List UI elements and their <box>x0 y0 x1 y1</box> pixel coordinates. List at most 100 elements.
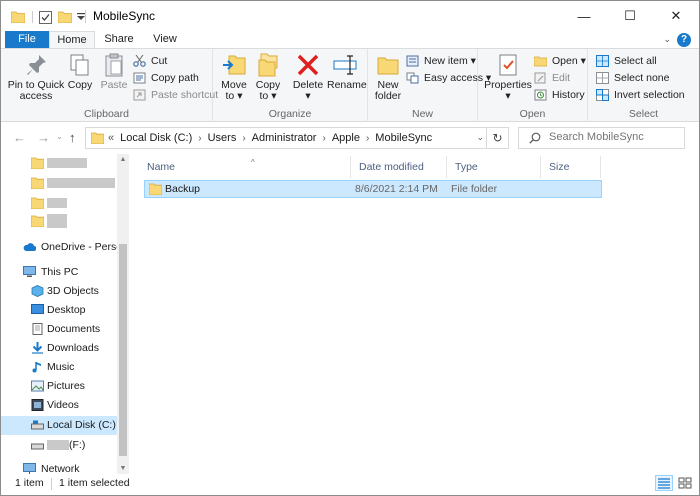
picture-icon <box>31 380 44 392</box>
navigation-bar: ← → ⌄ ↑ « Local Disk (C:) › Users › Admi… <box>1 122 699 154</box>
move-to-button[interactable]: Move to ▾ <box>219 52 249 102</box>
nav-desktop[interactable]: Desktop <box>1 301 117 320</box>
nav-drive-f[interactable]: (F:) <box>1 436 117 455</box>
quick-access-item[interactable] <box>1 154 117 173</box>
address-bar[interactable]: « Local Disk (C:) › Users › Administrato… <box>85 127 509 149</box>
nav-this-pc[interactable]: This PC <box>1 263 117 282</box>
quick-access-item[interactable] <box>1 174 117 193</box>
copy-path-label: Copy path <box>151 72 199 84</box>
breadcrumb-overflow[interactable]: « <box>108 132 114 144</box>
breadcrumb-apple[interactable]: Apple <box>332 132 360 144</box>
new-folder-icon[interactable] <box>58 11 72 23</box>
select-none-button[interactable]: Select none <box>596 70 669 86</box>
invert-selection-button[interactable]: Invert selection <box>596 87 685 103</box>
breadcrumb-separator[interactable]: › <box>242 133 245 144</box>
new-folder-label-2: folder <box>374 90 402 102</box>
select-all-button[interactable]: Select all <box>596 53 657 69</box>
column-size[interactable]: Size <box>541 156 601 178</box>
folder-icon <box>31 157 44 169</box>
help-icon[interactable]: ? <box>677 33 691 47</box>
copy-to-button[interactable]: Copy to ▾ <box>253 52 283 102</box>
nav-onedrive[interactable]: OneDrive - Persor <box>1 238 117 257</box>
tab-file[interactable]: File <box>5 31 49 49</box>
tab-share[interactable]: Share <box>99 31 139 49</box>
nav-desktop-label: Desktop <box>47 304 86 316</box>
recent-locations-chevron-icon[interactable]: ⌄ <box>56 132 63 141</box>
column-type[interactable]: Type <box>447 156 541 178</box>
folder-icon[interactable] <box>11 11 25 23</box>
nav-pictures[interactable]: Pictures <box>1 377 117 396</box>
pin-to-quick-access-button[interactable]: Pin to Quick access <box>7 52 65 102</box>
breadcrumb-administrator[interactable]: Administrator <box>252 132 317 144</box>
up-arrow-icon[interactable]: ↑ <box>69 130 76 145</box>
maximize-button[interactable]: ☐ <box>607 1 653 31</box>
chevron-down-icon[interactable]: ⌄ <box>663 34 671 45</box>
chevron-down-icon[interactable]: ⌄ <box>476 132 484 143</box>
copy-icon <box>67 52 93 78</box>
properties-button[interactable]: Properties ▾ <box>484 52 532 102</box>
status-divider <box>51 478 52 490</box>
breadcrumb-separator[interactable]: › <box>366 133 369 144</box>
nav-documents-label: Documents <box>47 323 101 335</box>
paste-button[interactable]: Paste <box>97 52 131 91</box>
new-item-label: New item ▾ <box>424 55 476 67</box>
tab-home[interactable]: Home <box>49 31 95 49</box>
minimize-button[interactable]: — <box>561 1 607 31</box>
paste-shortcut-button[interactable]: Paste shortcut <box>133 87 218 103</box>
edit-button[interactable]: Edit <box>534 70 570 86</box>
large-icons-view-icon <box>678 477 692 489</box>
scrollbar-thumb[interactable] <box>119 244 127 456</box>
cut-button[interactable]: Cut <box>133 53 167 69</box>
rename-button[interactable]: Rename <box>327 52 367 91</box>
nav-downloads[interactable]: Downloads <box>1 339 117 358</box>
breadcrumb-local-disk[interactable]: Local Disk (C:) <box>120 132 192 144</box>
details-view-button[interactable] <box>655 475 673 491</box>
file-list: Name ^ Date modified Type Size Backup 8/… <box>131 154 699 474</box>
properties-check-icon[interactable] <box>39 10 52 24</box>
rename-label: Rename <box>327 79 367 91</box>
scroll-up-arrow-icon[interactable]: ▲ <box>117 156 129 163</box>
navigation-scrollbar[interactable]: ▲ ▼ <box>117 154 129 474</box>
scroll-down-arrow-icon[interactable]: ▼ <box>117 465 129 472</box>
column-date-modified[interactable]: Date modified <box>351 156 447 178</box>
customize-dropdown-icon[interactable] <box>77 12 85 22</box>
search-input[interactable] <box>549 131 679 143</box>
copy-path-button[interactable]: Copy path <box>133 70 199 86</box>
nav-documents[interactable]: Documents <box>1 320 117 339</box>
new-item-button[interactable]: New item ▾ <box>406 53 476 69</box>
table-row[interactable]: Backup 8/6/2021 2:14 PM File folder <box>144 180 602 198</box>
delete-button[interactable]: Delete ▾ <box>291 52 325 102</box>
nav-local-disk-c[interactable]: Local Disk (C:) <box>1 416 117 435</box>
forward-arrow-icon[interactable]: → <box>37 130 50 145</box>
history-button[interactable]: History <box>534 87 585 103</box>
copy-button[interactable]: Copy <box>65 52 95 91</box>
drive-icon <box>31 420 44 430</box>
nav-videos[interactable]: Videos <box>1 396 117 415</box>
breadcrumb-users[interactable]: Users <box>208 132 237 144</box>
large-icons-view-button[interactable] <box>676 475 694 491</box>
back-arrow-icon[interactable]: ← <box>13 130 26 145</box>
delete-x-icon <box>295 52 321 78</box>
nav-this-pc-label: This PC <box>41 266 79 278</box>
nav-network[interactable]: Network <box>1 460 117 474</box>
column-name[interactable]: Name ^ <box>139 156 351 178</box>
nav-music[interactable]: Music <box>1 358 117 377</box>
breadcrumb-separator[interactable]: › <box>198 133 201 144</box>
folder-icon <box>31 215 44 227</box>
quick-access-item[interactable] <box>1 212 117 231</box>
close-button[interactable]: ✕ <box>653 1 699 31</box>
open-button[interactable]: Open ▾ <box>534 53 586 69</box>
organize-group: Move to ▾ Copy to ▾ Delete ▾ Rename Orga… <box>213 49 368 122</box>
breadcrumb-mobilesync[interactable]: MobileSync <box>375 132 432 144</box>
download-arrow-icon <box>32 342 43 354</box>
refresh-icon[interactable]: ↻ <box>486 128 508 148</box>
tab-view[interactable]: View <box>145 31 185 49</box>
quick-access-item[interactable] <box>1 194 117 213</box>
organize-group-label: Organize <box>268 108 312 120</box>
column-type-label: Type <box>455 161 478 173</box>
breadcrumb-separator[interactable]: › <box>322 133 325 144</box>
search-box[interactable] <box>518 127 685 149</box>
new-folder-button[interactable]: New folder <box>372 52 404 102</box>
nav-3d-objects[interactable]: 3D Objects <box>1 282 117 301</box>
redacted-name <box>47 440 69 451</box>
